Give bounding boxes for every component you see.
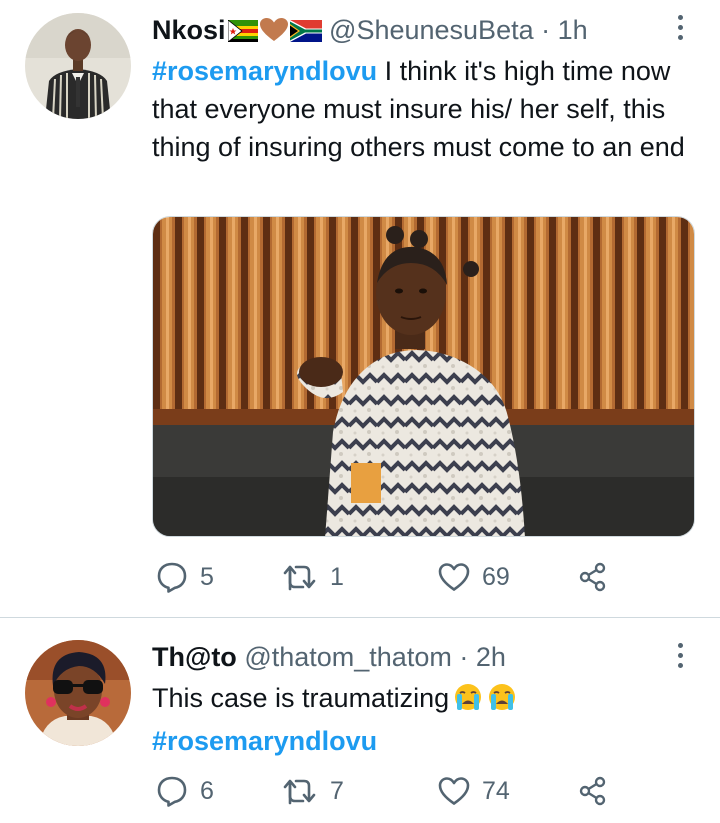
retweet-icon [282,776,318,806]
reply-count: 5 [200,562,214,591]
south-africa-flag-icon [289,16,322,50]
tweet-actions: 6 7 74 [152,771,622,811]
share-button[interactable] [578,771,608,811]
loudly-crying-face-icon [487,682,517,722]
more-options-icon[interactable] [672,642,688,672]
tweet-text: This case is traumatizing #rosemaryndlov… [152,679,692,760]
retweet-icon [282,562,318,592]
retweet-count: 1 [330,562,344,591]
like-button[interactable]: 69 [438,557,510,597]
tweet-actions: 5 1 69 [152,557,622,597]
reply-icon [156,775,188,807]
brown-heart-icon [259,16,288,50]
like-icon [438,562,470,592]
loudly-crying-face-icon [453,682,483,722]
share-icon [578,562,608,592]
reply-icon [156,561,188,593]
display-name[interactable]: Th@to [152,642,237,672]
hashtag-link[interactable]: #rosemaryndlovu [152,56,377,86]
avatar[interactable] [25,13,131,119]
hashtag-link[interactable]: #rosemaryndlovu [152,726,377,756]
reply-button[interactable]: 6 [156,771,214,811]
retweet-button[interactable]: 1 [282,557,344,597]
retweet-count: 7 [330,776,344,805]
tweet-header: Nkosi @SheunesuBeta · 1h [152,13,588,50]
retweet-button[interactable]: 7 [282,771,344,811]
like-button[interactable]: 74 [438,771,510,811]
tweet[interactable]: Nkosi @SheunesuBeta · 1h #rosemaryndlovu… [0,0,720,618]
reply-button[interactable]: 5 [156,557,214,597]
avatar[interactable] [25,640,131,746]
reply-count: 6 [200,776,214,805]
share-icon [578,776,608,806]
share-button[interactable] [578,557,608,597]
handle[interactable]: @thatom_thatom [244,642,452,672]
timestamp[interactable]: · 2h [459,642,506,672]
display-name[interactable]: Nkosi [152,15,226,45]
timestamp[interactable]: · 1h [541,15,588,45]
more-options-icon[interactable] [672,14,688,44]
tweet[interactable]: Th@to @thatom_thatom · 2h This case is t… [0,618,720,823]
tweet-image[interactable] [152,216,695,537]
zimbabwe-flag-icon [227,16,258,50]
like-count: 69 [482,562,510,591]
like-count: 74 [482,776,510,805]
handle[interactable]: @SheunesuBeta [329,15,534,45]
tweet-text: #rosemaryndlovu I think it's high time n… [152,52,692,166]
tweet-header: Th@to @thatom_thatom · 2h [152,640,506,674]
like-icon [438,776,470,806]
tweet-body: This case is traumatizing [152,683,450,713]
